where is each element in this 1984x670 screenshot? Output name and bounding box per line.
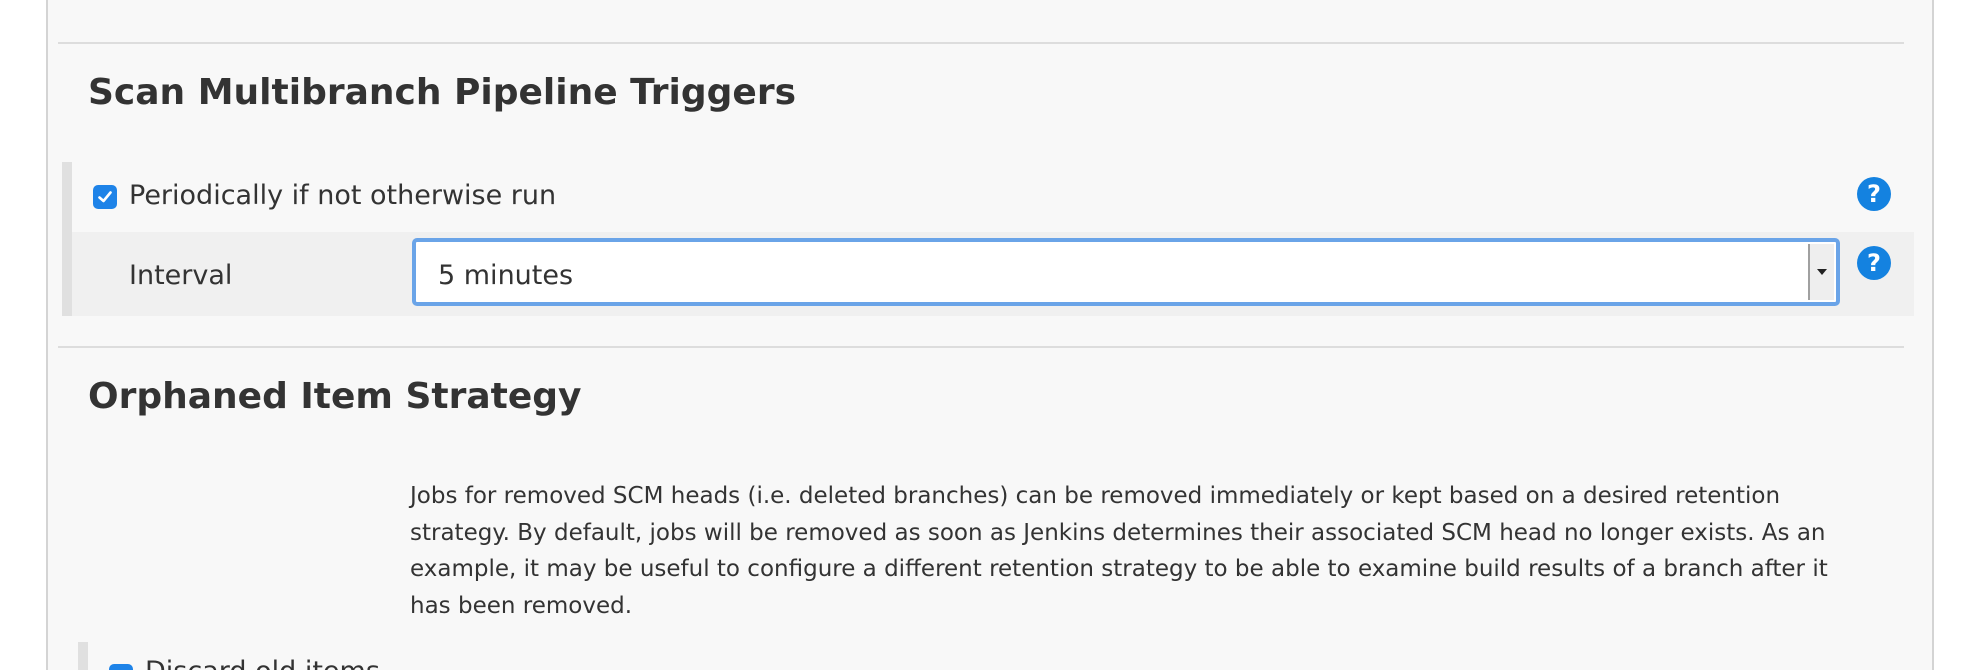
interval-row: Interval 5 minutes ?: [72, 232, 1914, 316]
discard-block: Discard old items: [78, 642, 1914, 670]
discard-checkbox[interactable]: [109, 664, 133, 670]
interval-select-value: 5 minutes: [438, 260, 574, 291]
periodic-row: Periodically if not otherwise run ?: [72, 162, 1914, 232]
caret-down-icon: [1817, 269, 1827, 275]
help-question-icon[interactable]: ?: [1857, 177, 1891, 211]
interval-select[interactable]: 5 minutes: [412, 238, 1840, 306]
check-icon: [98, 191, 112, 203]
section-divider-middle: [58, 346, 1904, 348]
select-dropdown-button[interactable]: [1808, 244, 1834, 300]
discard-checkbox-label[interactable]: Discard old items: [145, 656, 380, 670]
trigger-block: Periodically if not otherwise run ? Inte…: [62, 162, 1914, 316]
periodic-checkbox[interactable]: [93, 185, 117, 209]
help-question-icon[interactable]: ?: [1857, 246, 1891, 280]
periodic-checkbox-label[interactable]: Periodically if not otherwise run: [129, 180, 556, 211]
section-title-triggers: Scan Multibranch Pipeline Triggers: [88, 72, 797, 113]
section-title-orphaned: Orphaned Item Strategy: [88, 376, 582, 417]
page: Scan Multibranch Pipeline Triggers Perio…: [0, 0, 1984, 670]
interval-label: Interval: [129, 260, 233, 291]
orphaned-strategy-description: Jobs for removed SCM heads (i.e. deleted…: [410, 483, 1828, 619]
section-divider-top: [58, 42, 1904, 44]
